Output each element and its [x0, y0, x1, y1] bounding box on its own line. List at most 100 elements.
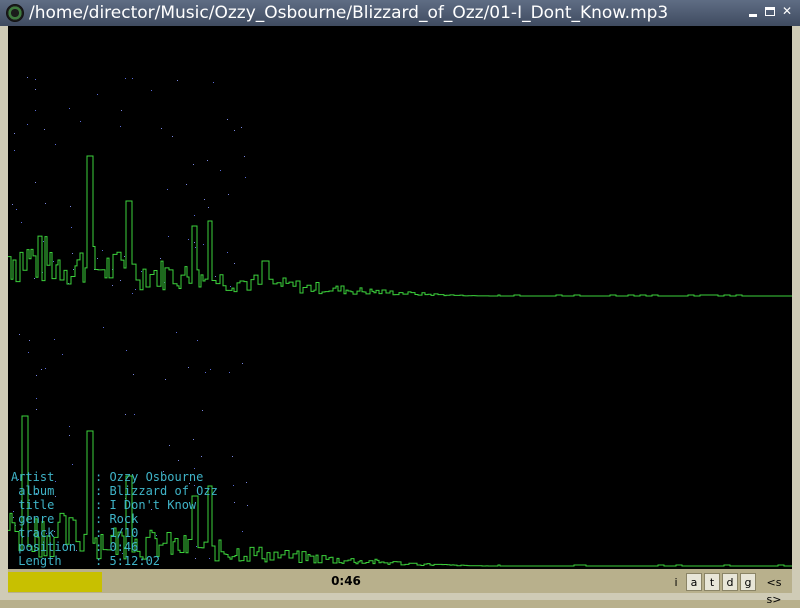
peak-dot: [35, 79, 36, 80]
peak-dot: [19, 334, 20, 335]
peak-dot: [97, 94, 98, 95]
peak-dot: [178, 460, 179, 461]
peak-dot: [208, 207, 209, 208]
peak-dot: [14, 133, 15, 134]
track-info-value: : I Don't Know: [95, 498, 197, 512]
status-bar: 0:46 i a t d g <s s>: [8, 571, 792, 606]
peak-dot: [120, 280, 121, 281]
peak-dot: [53, 261, 54, 262]
peak-dot: [242, 531, 243, 532]
peak-dot: [72, 253, 73, 254]
peak-dot: [73, 269, 74, 270]
mode-toggle-a[interactable]: a: [686, 573, 702, 591]
peak-dot: [55, 144, 56, 145]
peak-dot: [21, 222, 22, 223]
app-icon[interactable]: [6, 4, 24, 22]
peak-dot: [35, 89, 36, 90]
peak-dot: [41, 369, 42, 370]
peak-dot: [215, 276, 216, 277]
peak-dot: [213, 82, 214, 83]
mode-toggle-g[interactable]: g: [740, 573, 756, 591]
peak-dot: [45, 368, 46, 369]
peak-dot: [132, 78, 133, 79]
track-info-value: : 1/10: [95, 526, 139, 540]
peak-dot: [247, 505, 248, 506]
peak-dot: [54, 339, 55, 340]
title-bar[interactable]: /home/director/Music/Ozzy_Osbourne/Blizz…: [0, 0, 800, 26]
peak-dot: [132, 293, 133, 294]
mode-toggle-i[interactable]: i: [668, 573, 684, 591]
track-info-value: : Blizzard of Ozz: [95, 484, 218, 498]
spectrum-line-top: [8, 155, 792, 297]
track-info-value: : 5:12:02: [95, 554, 161, 568]
peak-dot: [35, 110, 36, 111]
peak-dot: [195, 247, 196, 248]
peak-dot: [242, 363, 243, 364]
peak-dot: [44, 129, 45, 130]
peak-dot: [197, 340, 198, 341]
track-info-value: : Rock: [95, 512, 139, 526]
peak-dot: [168, 236, 169, 237]
peak-dot: [80, 121, 81, 122]
peak-dot: [134, 414, 135, 415]
peak-dot: [124, 256, 125, 257]
peak-dot: [62, 354, 63, 355]
close-button[interactable]: ✕: [780, 5, 794, 19]
minimize-icon: [749, 14, 757, 17]
peak-dot: [203, 244, 204, 245]
mode-toggle-stereo[interactable]: <s s>: [758, 573, 790, 606]
peak-dot: [241, 127, 242, 128]
track-info-key: position: [11, 540, 77, 554]
mode-toggle-d[interactable]: d: [722, 573, 738, 591]
peak-dot: [27, 77, 28, 78]
peak-dot: [245, 177, 246, 178]
peak-dot: [125, 78, 126, 79]
mode-toggle-t[interactable]: t: [704, 573, 720, 591]
spectrum-visualizer: Artist: Ozzy Osbourne album : Blizzard of…: [8, 26, 792, 569]
track-info-panel: Artist: Ozzy Osbourne album : Blizzard of…: [11, 470, 218, 568]
peak-dot: [160, 258, 161, 259]
maximize-icon: [765, 7, 775, 16]
peak-dot: [186, 184, 187, 185]
peak-dot: [70, 206, 71, 207]
peak-dot: [43, 241, 44, 242]
peak-dot: [210, 369, 211, 370]
peak-dot: [234, 130, 235, 131]
close-icon: ✕: [781, 4, 793, 18]
peak-dot: [103, 327, 104, 328]
peak-dot: [177, 80, 178, 81]
window-title: /home/director/Music/Ozzy_Osbourne/Blizz…: [29, 3, 669, 23]
track-info-row: position: 0:46: [11, 540, 218, 554]
window-frame-right: [792, 26, 800, 600]
peak-dot: [227, 252, 228, 253]
peak-dot: [126, 350, 127, 351]
peak-dot: [194, 215, 195, 216]
minimize-button[interactable]: [746, 5, 760, 19]
peak-dot: [172, 136, 173, 137]
peak-dot: [34, 278, 35, 279]
peak-dot: [201, 456, 202, 457]
track-info-key: title: [11, 498, 55, 512]
peak-dot: [193, 439, 194, 440]
track-info-key: album: [11, 484, 55, 498]
track-info-key: Artist: [11, 470, 55, 484]
peak-dot: [69, 426, 70, 427]
peak-dot: [14, 150, 15, 151]
peak-dot: [120, 126, 121, 127]
peak-dot: [141, 271, 142, 272]
peak-dot: [27, 124, 28, 125]
peak-dot: [220, 170, 221, 171]
track-info-row: Artist: Ozzy Osbourne: [11, 470, 218, 484]
peak-dot: [194, 468, 195, 469]
playback-time: 0:46: [331, 574, 361, 588]
maximize-button[interactable]: [763, 5, 777, 19]
peak-dot: [69, 435, 70, 436]
peak-dot: [202, 410, 203, 411]
peak-dot: [112, 285, 113, 286]
peak-dot: [193, 164, 194, 165]
peak-dot: [135, 289, 136, 290]
peak-dot: [188, 239, 189, 240]
peak-dot: [125, 414, 126, 415]
track-info-row: track: 1/10: [11, 526, 218, 540]
peak-dot: [169, 445, 170, 446]
